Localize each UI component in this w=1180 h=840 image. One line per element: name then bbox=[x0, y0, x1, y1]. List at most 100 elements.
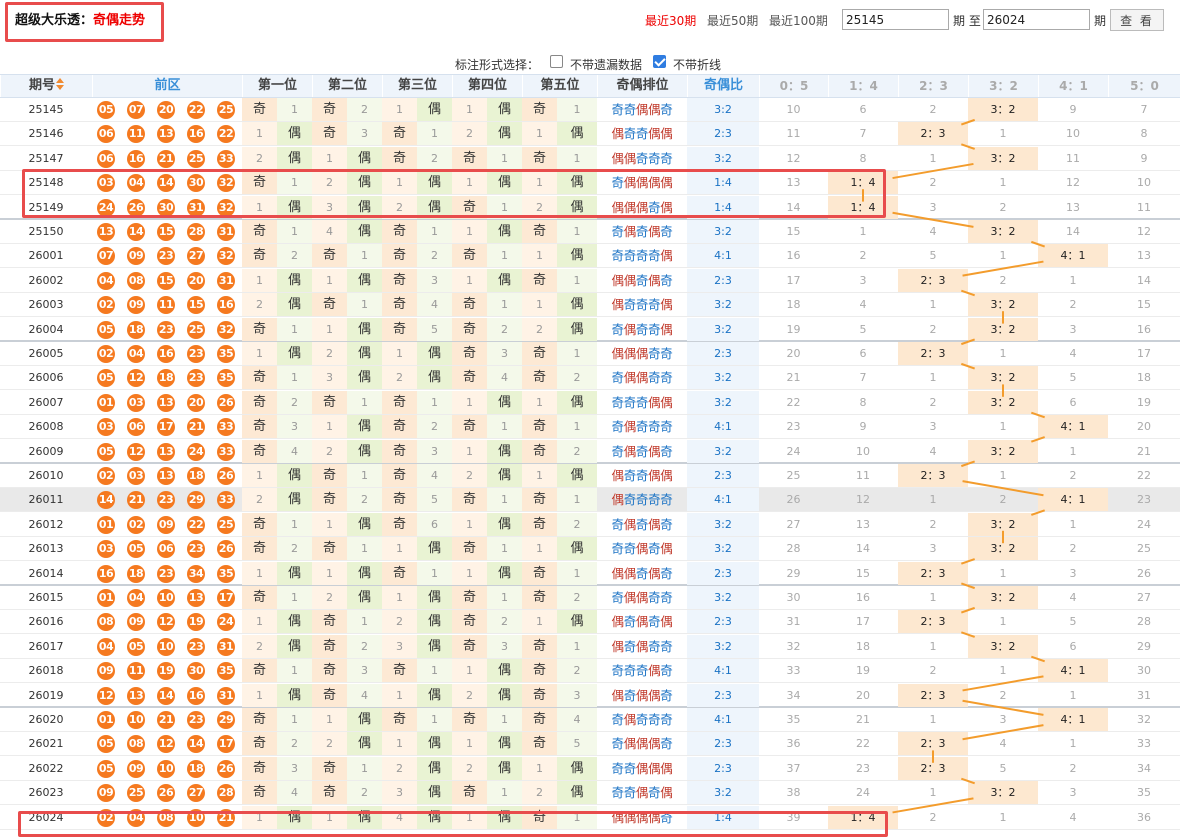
issue-cell: 26003 bbox=[28, 298, 64, 312]
ratio-miss-cell: 39 bbox=[786, 810, 801, 824]
ratio-miss-cell: 11 bbox=[856, 469, 870, 482]
ratio-hit-cell: 1：4 bbox=[828, 805, 898, 829]
pattern-char: 偶 bbox=[648, 443, 661, 459]
ratio-cell: 4:1 bbox=[687, 244, 759, 268]
issue-header[interactable]: 期号 bbox=[0, 75, 92, 97]
table-row: 26022 05 09 10 18 26 奇 3 奇 1 2 偶 2 偶 1 偶奇奇偶偶偶 2:3 37 23 2：3… bbox=[0, 756, 1180, 781]
ratio-miss-cell: 12 bbox=[1137, 225, 1151, 238]
ratio-hit-cell: 3：2 bbox=[968, 220, 1038, 243]
ratio-miss-cell: 11 bbox=[1066, 151, 1080, 165]
miss-count: 1 bbox=[487, 708, 522, 731]
miss-count: 1 bbox=[452, 659, 487, 683]
pattern-char: 偶 bbox=[635, 736, 649, 752]
front-ball: 32 bbox=[217, 198, 235, 217]
pattern-char: 偶 bbox=[611, 272, 624, 288]
issue-cell: 26015 bbox=[28, 591, 64, 604]
pattern-cell: 偶偶偶奇奇 bbox=[597, 342, 687, 365]
pattern-char: 偶 bbox=[648, 272, 661, 288]
issue-from-input[interactable] bbox=[842, 9, 949, 30]
miss-count: 1 bbox=[277, 659, 312, 683]
front-ball: 20 bbox=[187, 393, 205, 412]
pattern-cell: 奇偶偶奇奇 bbox=[597, 366, 687, 389]
even-marker: 偶 bbox=[557, 464, 597, 487]
odd-marker: 奇 bbox=[452, 244, 487, 268]
ratio-miss-cell: 17 bbox=[786, 273, 801, 287]
ratio-miss-cell: 15 bbox=[1137, 298, 1151, 312]
ratio-miss-cell: 25 bbox=[786, 469, 801, 482]
front-ball: 12 bbox=[157, 735, 175, 754]
miss-count: 1 bbox=[312, 805, 347, 829]
front-ball: 22 bbox=[187, 101, 205, 119]
no-miss-data-label[interactable]: 不带遗漏数据 bbox=[570, 56, 642, 73]
ratio-miss-cell: 2 bbox=[999, 273, 1007, 287]
miss-count: 1 bbox=[557, 220, 597, 243]
miss-count: 1 bbox=[417, 708, 452, 731]
issue-to-input[interactable] bbox=[983, 9, 1090, 30]
ratio-header: 奇偶比 bbox=[687, 75, 759, 97]
pattern-cell: 奇奇奇偶偶 bbox=[597, 391, 687, 414]
ratio-miss-cell: 24 bbox=[786, 444, 801, 458]
issue-cell: 25145 bbox=[28, 103, 64, 116]
no-polyline-checkbox[interactable] bbox=[653, 55, 666, 68]
pattern-char: 奇 bbox=[623, 492, 637, 508]
odd-marker: 奇 bbox=[312, 781, 347, 805]
even-marker: 偶 bbox=[347, 268, 382, 292]
miss-count: 3 bbox=[417, 439, 452, 463]
ratio-hit-cell: 2：3 bbox=[898, 756, 968, 780]
issue-cell: 26021 bbox=[28, 737, 64, 751]
front-ball: 24 bbox=[187, 442, 205, 461]
pattern-char: 偶 bbox=[635, 687, 649, 703]
ratio-miss-cell: 33 bbox=[1137, 737, 1151, 751]
no-polyline-label[interactable]: 不带折线 bbox=[673, 56, 721, 73]
pattern-char: 奇 bbox=[648, 370, 661, 386]
miss-count: 1 bbox=[242, 195, 277, 219]
even-marker: 偶 bbox=[347, 708, 382, 731]
ratio-miss-cell: 2 bbox=[859, 249, 867, 263]
ratio-cell: 1:4 bbox=[687, 171, 759, 195]
no-miss-data-checkbox[interactable] bbox=[550, 55, 563, 68]
front-ball: 14 bbox=[127, 223, 145, 241]
front-ball: 05 bbox=[97, 759, 115, 778]
even-marker: 偶 bbox=[417, 781, 452, 805]
miss-count: 4 bbox=[557, 708, 597, 731]
ratio-miss-cell: 29 bbox=[786, 566, 801, 580]
pattern-cell: 奇奇奇奇偶 bbox=[597, 244, 687, 267]
period-link-50[interactable]: 最近50期 bbox=[707, 12, 758, 29]
miss-count: 1 bbox=[312, 415, 347, 439]
ratio-hit-cell: 3：2 bbox=[968, 634, 1038, 658]
ratio-miss-cell: 19 bbox=[1137, 395, 1151, 409]
miss-count: 1 bbox=[452, 512, 487, 536]
front-ball: 35 bbox=[217, 345, 235, 363]
even-marker: 偶 bbox=[487, 122, 522, 146]
period-link-30[interactable]: 最近30期 bbox=[645, 12, 696, 29]
front-ball: 21 bbox=[217, 808, 235, 827]
front-ball: 10 bbox=[187, 808, 205, 827]
pattern-char: 偶 bbox=[623, 199, 637, 215]
pos3-header: 第三位 bbox=[382, 75, 452, 97]
sort-icon[interactable] bbox=[56, 78, 64, 90]
pattern-char: 奇 bbox=[623, 394, 637, 410]
pattern-cell: 偶奇奇奇奇 bbox=[597, 488, 687, 511]
pattern-char: 偶 bbox=[648, 175, 661, 191]
period-link-100[interactable]: 最近100期 bbox=[769, 12, 828, 29]
odd-marker: 奇 bbox=[452, 293, 487, 317]
ratio-cell: 3:2 bbox=[687, 439, 759, 463]
odd-marker: 奇 bbox=[312, 634, 347, 658]
front-ball: 17 bbox=[217, 589, 235, 607]
miss-count: 1 bbox=[557, 98, 597, 121]
pattern-char: 奇 bbox=[660, 590, 673, 605]
ratio-miss-cell: 5 bbox=[929, 249, 937, 263]
front-ball: 33 bbox=[217, 442, 235, 461]
ratio-miss-cell: 1 bbox=[929, 151, 937, 165]
ratio-miss-cell: 1 bbox=[999, 420, 1007, 434]
view-button[interactable]: 查 看 bbox=[1110, 9, 1164, 31]
odd-marker: 奇 bbox=[382, 659, 417, 683]
even-marker: 偶 bbox=[487, 98, 522, 121]
ratio-miss-cell: 1 bbox=[999, 810, 1007, 824]
pattern-cell: 偶奇奇偶偶 bbox=[597, 122, 687, 145]
front-ball: 06 bbox=[97, 149, 115, 168]
front-ball: 08 bbox=[97, 613, 115, 632]
issue-cell: 26019 bbox=[28, 688, 64, 702]
front-ball: 18 bbox=[127, 564, 145, 583]
pattern-char: 偶 bbox=[648, 394, 661, 410]
